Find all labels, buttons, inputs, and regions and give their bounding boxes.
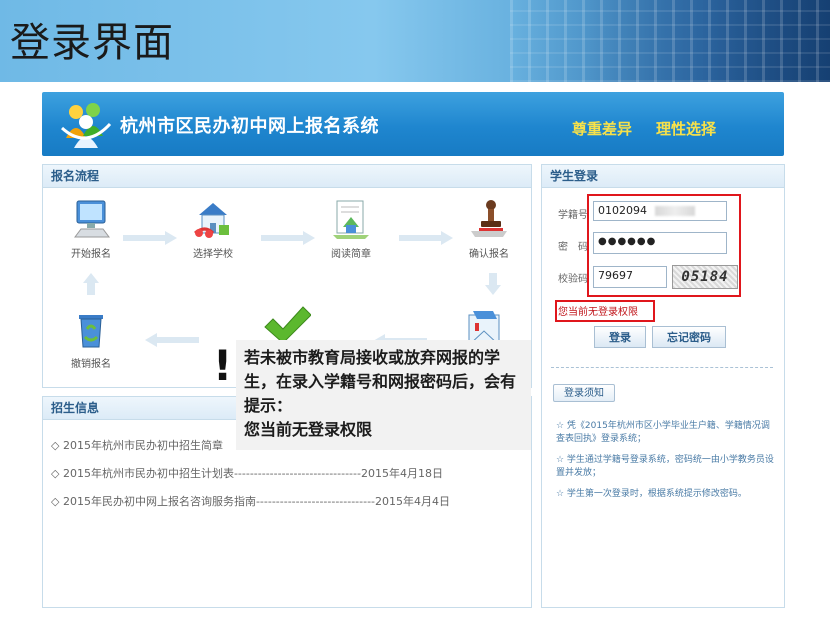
people-logo-icon xyxy=(60,103,112,148)
step-label: 选择学校 xyxy=(193,249,233,260)
step-read-brochure[interactable]: 阅读简章 xyxy=(311,197,391,260)
exclamation-icon: ! xyxy=(213,341,233,390)
arrow-up-icon xyxy=(83,273,99,295)
login-heading: 学生登录 xyxy=(542,165,784,188)
highlight-box-credentials xyxy=(587,194,741,297)
step-label: 撤销报名 xyxy=(71,359,111,370)
arrow-right-icon xyxy=(399,231,453,245)
step-select-school[interactable]: 选择学校 xyxy=(173,197,253,260)
student-id-label: 学籍号 xyxy=(558,210,588,221)
news-item[interactable]: ◇ 2015年杭州市民办初中招生计划表---------------------… xyxy=(51,465,443,481)
step-label: 阅读简章 xyxy=(331,249,371,260)
process-heading: 报名流程 xyxy=(43,165,531,188)
arrow-right-icon xyxy=(123,231,177,245)
password-label: 密 码 xyxy=(558,242,588,253)
step-confirm[interactable]: 确认报名 xyxy=(449,197,529,260)
no-permission-warning: 您当前无登录权限 xyxy=(558,307,638,318)
slogan-respect-difference: 尊重差异 xyxy=(572,120,633,138)
step-cancel[interactable]: 撤销报名 xyxy=(51,307,131,370)
system-banner: 杭州市区民办初中网上报名系统 尊重差异 理性选择 xyxy=(42,92,784,156)
forgot-password-button[interactable]: 忘记密码 xyxy=(652,326,726,348)
notice-item: ☆ 学生第一次登录时，根据系统提示修改密码。 xyxy=(556,489,747,499)
callout-text: 若未被市教育局接收或放弃网报的学生，在录入学籍号和网报密码后，会有提示： 您当前… xyxy=(244,348,517,439)
school-icon xyxy=(194,203,229,238)
document-icon xyxy=(333,200,369,239)
step-label: 开始报名 xyxy=(71,249,111,260)
login-notice-tab[interactable]: 登录须知 xyxy=(553,384,615,402)
step-label: 确认报名 xyxy=(469,249,509,260)
step-start[interactable]: 开始报名 xyxy=(51,197,131,260)
slide-title: 登录界面 xyxy=(10,20,174,66)
arrow-down-icon xyxy=(485,273,501,295)
notice-item: ☆ 学生通过学籍号登录系统，密码统一由小学教务员设置并发放； xyxy=(556,455,774,478)
divider xyxy=(551,367,773,368)
news-item[interactable]: ◇ 2015年民办初中网上报名咨询服务指南-------------------… xyxy=(51,493,450,509)
recycle-bin-icon xyxy=(79,315,103,348)
captcha-label: 校验码 xyxy=(558,274,588,285)
header-decoration xyxy=(510,0,830,82)
callout-box: 若未被市教育局接收或放弃网报的学生，在录入学籍号和网报密码后，会有提示： 您当前… xyxy=(236,340,531,450)
computer-icon xyxy=(74,200,110,238)
stamp-icon xyxy=(471,200,507,237)
arrow-right-icon xyxy=(261,231,315,245)
login-button[interactable]: 登录 xyxy=(594,326,646,348)
system-title: 杭州市区民办初中网上报名系统 xyxy=(120,116,379,137)
notice-item: ☆ 凭《2015年杭州市区小学毕业生户籍、学籍情况调查表回执》登录系统； xyxy=(556,421,770,444)
arrow-left-icon xyxy=(145,333,199,347)
slide-header: 登录界面 xyxy=(0,0,830,82)
slogan-rational-choice: 理性选择 xyxy=(656,120,717,138)
news-item[interactable]: ◇ 2015年杭州市民办初中招生简章 xyxy=(51,437,223,453)
